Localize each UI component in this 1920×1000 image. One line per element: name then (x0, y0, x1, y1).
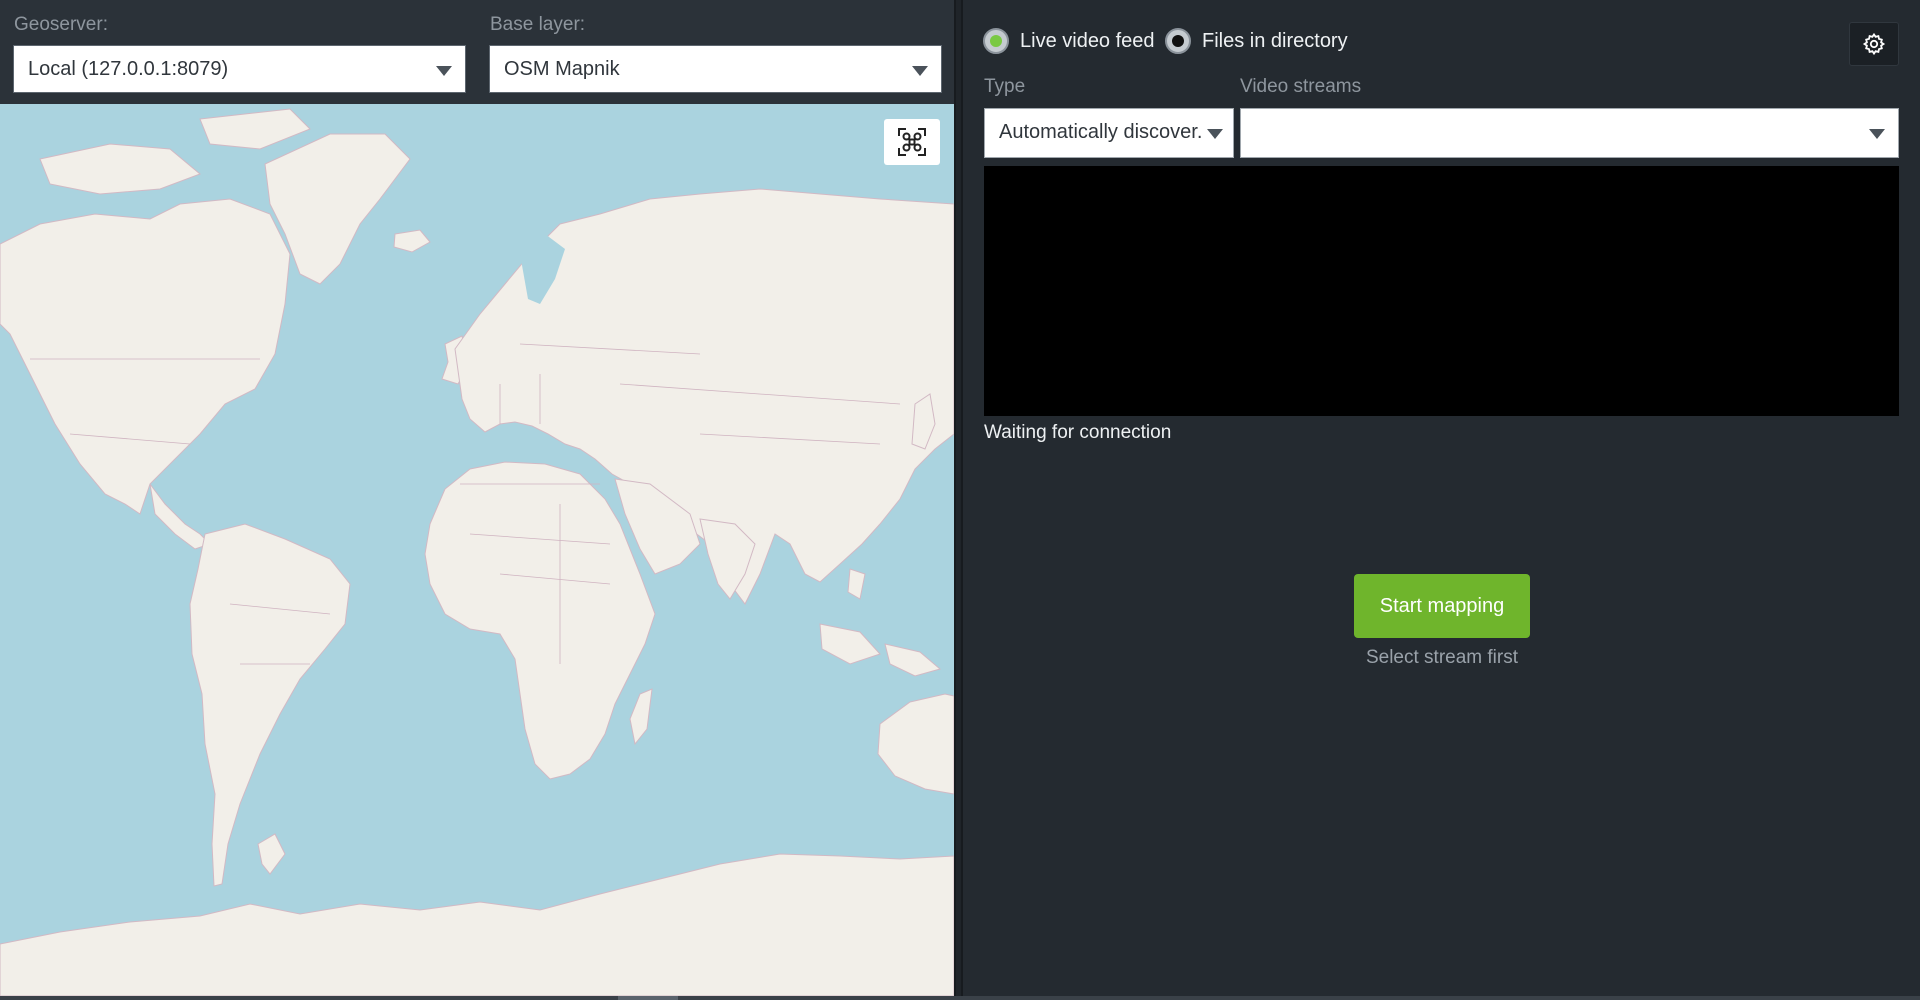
world-map[interactable] (0, 104, 954, 996)
chevron-down-icon (1869, 129, 1885, 139)
base-layer-label: Base layer: (490, 14, 586, 35)
geoserver-label: Geoserver: (14, 14, 108, 35)
radio-live-video-feed[interactable]: Live video feed (983, 26, 1155, 56)
geoserver-select-value: Local (127.0.0.1:8079) (28, 58, 229, 80)
start-mapping-button[interactable]: Start mapping (1354, 574, 1530, 638)
radio-live-video-feed-label: Live video feed (1020, 29, 1155, 52)
video-streams-label: Video streams (1240, 76, 1362, 97)
gear-icon (1862, 32, 1886, 56)
type-select[interactable]: Automatically discover... (984, 108, 1234, 158)
start-mapping-hint: Select stream first (1365, 647, 1519, 668)
geoserver-select[interactable]: Local (127.0.0.1:8079) (13, 45, 466, 93)
radio-indicator (983, 28, 1009, 54)
type-select-value: Automatically discover... (999, 121, 1204, 143)
type-label: Type (984, 76, 1026, 97)
radio-files-in-directory[interactable]: Files in directory (1165, 26, 1348, 56)
settings-button[interactable] (1849, 22, 1899, 66)
map-panel: Geoserver: Local (127.0.0.1:8079) Base l… (0, 0, 954, 1000)
video-streams-select[interactable] (1240, 108, 1899, 158)
chevron-down-icon (912, 66, 928, 76)
video-preview (984, 166, 1899, 416)
connection-status: Waiting for connection (984, 422, 1172, 443)
bottom-resize-grip[interactable] (618, 996, 678, 1000)
fit-to-drone-button[interactable] (884, 119, 940, 165)
base-layer-select-value: OSM Mapnik (504, 58, 620, 80)
video-panel: Live video feed Files in directory Type … (963, 0, 1920, 996)
chevron-down-icon (436, 66, 452, 76)
radio-files-in-directory-label: Files in directory (1202, 29, 1348, 52)
radio-indicator (1165, 28, 1191, 54)
drone-target-icon (898, 128, 926, 156)
map-tiles (0, 108, 954, 996)
panel-splitter[interactable] (954, 0, 963, 1000)
chevron-down-icon (1207, 129, 1223, 139)
base-layer-select[interactable]: OSM Mapnik (489, 45, 942, 93)
bottom-border (0, 996, 1920, 1000)
